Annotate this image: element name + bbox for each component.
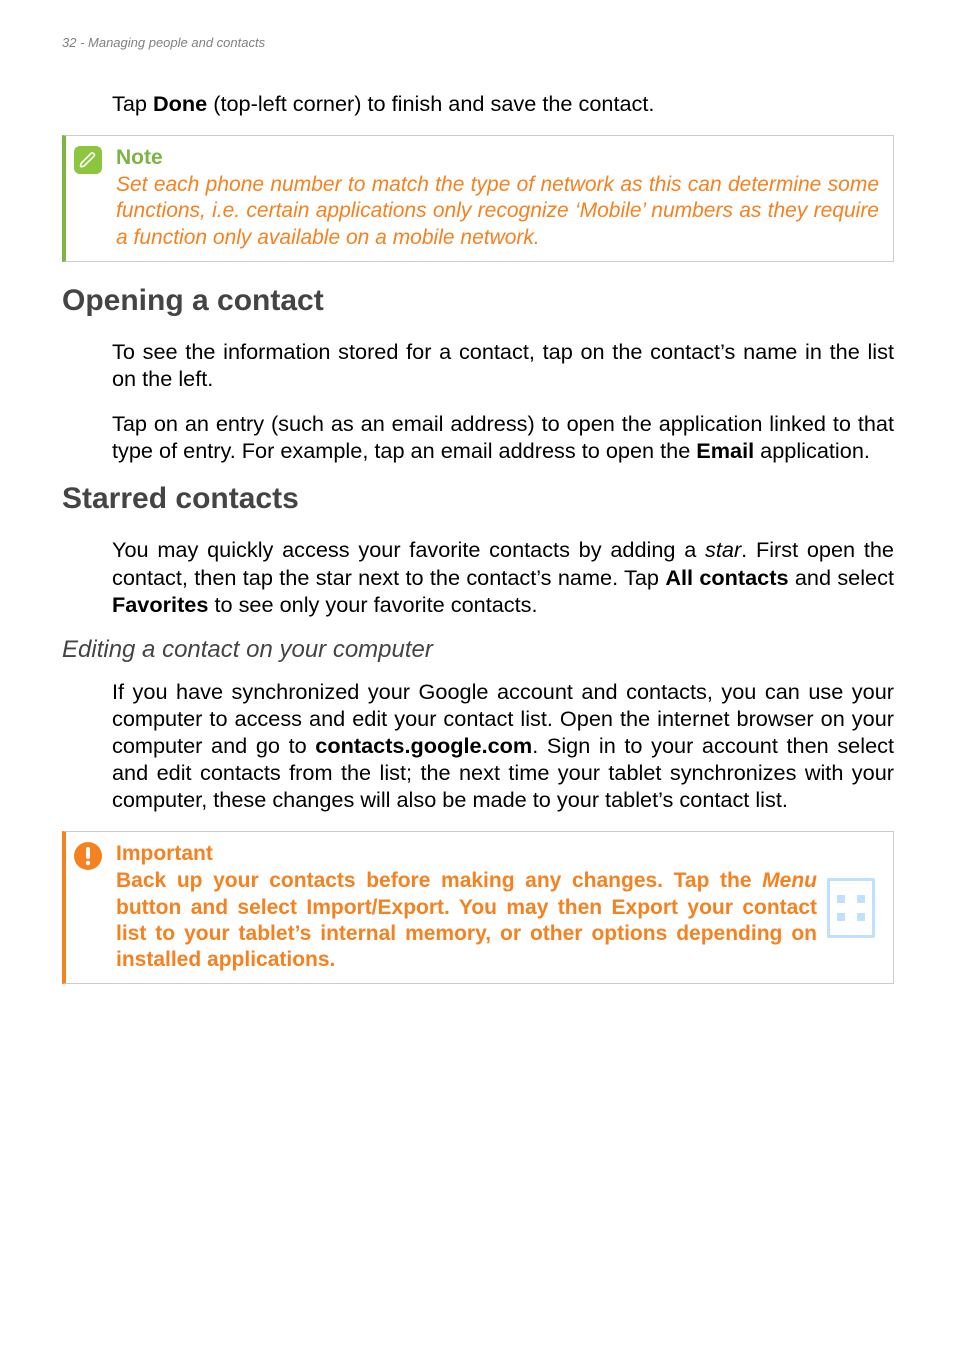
opening-p2-post: application.	[754, 438, 870, 463]
heading-opening-contact: Opening a contact	[62, 284, 894, 318]
note-body: Set each phone number to match the type …	[116, 172, 879, 251]
document-page: 32 - Managing people and contacts Tap Do…	[0, 0, 954, 1352]
heading-editing-contact: Editing a contact on your computer	[62, 636, 894, 664]
note-callout: Note Set each phone number to match the …	[62, 135, 894, 262]
intro-pre: Tap	[112, 91, 153, 116]
starred-p1: You may quickly access your favorite con…	[62, 536, 894, 617]
important-menu-word: Menu	[762, 869, 817, 892]
menu-grid-dot	[857, 913, 865, 921]
pencil-icon	[74, 146, 102, 174]
editing-p1: If you have synchronized your Google acc…	[62, 678, 894, 814]
starred-star-word: star	[705, 537, 741, 562]
starred-all-contacts: All contacts	[665, 565, 788, 590]
heading-starred-contacts: Starred contacts	[62, 482, 894, 516]
menu-grid-dot	[837, 913, 845, 921]
page-header: 32 - Managing people and contacts	[62, 35, 894, 50]
menu-grid-icon	[827, 878, 875, 938]
starred-favorites: Favorites	[112, 592, 208, 617]
important-text-column: Important Back up your contacts before m…	[76, 842, 817, 973]
note-title: Note	[116, 146, 879, 170]
menu-grid-dot	[837, 895, 845, 903]
starred-p1-d: to see only your favorite contacts.	[208, 592, 537, 617]
contacts-url: contacts.google.com	[315, 733, 532, 758]
opening-p2-bold: Email	[696, 438, 754, 463]
starred-p1-c: and select	[789, 565, 894, 590]
menu-grid-dot	[857, 895, 865, 903]
important-body-b: button and select Import/Export. You may…	[116, 896, 817, 972]
important-body: Back up your contacts before making any …	[116, 868, 817, 973]
important-content-row: Important Back up your contacts before m…	[76, 842, 879, 973]
intro-paragraph: Tap Done (top-left corner) to finish and…	[62, 90, 894, 117]
intro-bold: Done	[153, 91, 207, 116]
intro-post: (top-left corner) to finish and save the…	[207, 91, 654, 116]
starred-p1-a: You may quickly access your favorite con…	[112, 537, 705, 562]
opening-p1: To see the information stored for a cont…	[62, 338, 894, 392]
important-body-a: Back up your contacts before making any …	[116, 869, 762, 892]
important-title: Important	[116, 842, 817, 866]
opening-p2: Tap on an entry (such as an email addres…	[62, 410, 894, 464]
important-callout: Important Back up your contacts before m…	[62, 831, 894, 984]
